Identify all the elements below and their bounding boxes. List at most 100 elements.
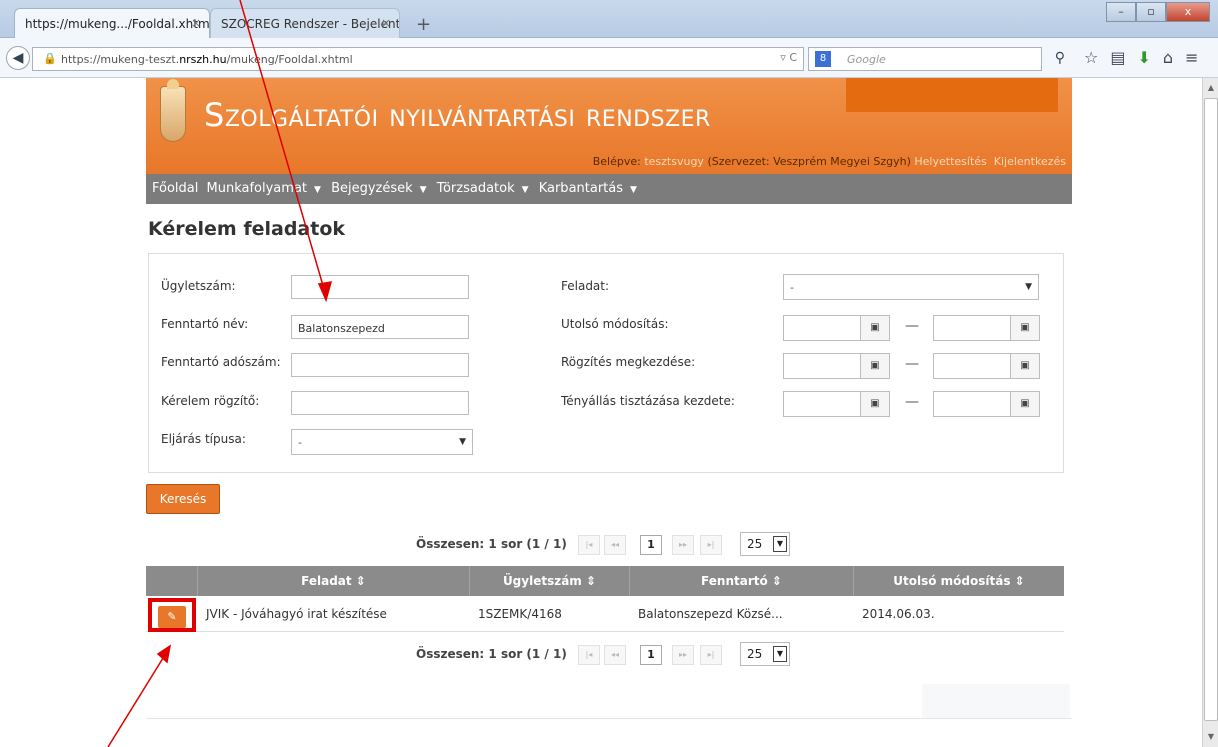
table-header: Feladat ⇕ Ügyletszám ⇕ Fenntartó ⇕ Utols… — [146, 566, 1064, 596]
scroll-down-icon[interactable]: ▼ — [1204, 730, 1218, 744]
rows-per-page-select[interactable]: 25 ▼ — [740, 642, 790, 666]
reading-list-icon[interactable]: ▤ — [1110, 48, 1125, 67]
url-prefix: https://mukeng-teszt. — [61, 53, 180, 66]
tab-title: SZOCREG Rendszer - Bejelentk... — [221, 17, 400, 31]
deputy-link[interactable]: Helyettesítés — [914, 155, 986, 168]
page-footer — [146, 718, 1072, 747]
chevron-down-icon: ▼ — [630, 185, 637, 195]
tab-close-icon[interactable]: × — [381, 16, 391, 30]
browser-search-input[interactable]: 8 Google ⚲ — [808, 47, 1065, 71]
maintainer-name-input[interactable]: Balatonszepezd — [291, 315, 469, 339]
column-header-case-number[interactable]: Ügyletszám ⇕ — [470, 566, 630, 596]
download-arrow-icon[interactable]: ⬇ — [1137, 48, 1150, 67]
back-arrow-icon[interactable]: ◀ — [6, 46, 30, 70]
organization: (Szervezet: Veszprém Megyei Szgyh) — [707, 155, 911, 168]
range-dash: — — [905, 318, 919, 334]
reload-icon[interactable]: ▿ C — [780, 51, 797, 64]
menu-item-maintenance[interactable]: Karbantartás — [539, 181, 623, 196]
tab-title: https://mukeng.../Fooldal.xhtml — [25, 17, 210, 31]
toolbar-icons: ☆ ▤ ⬇ ⌂ ≡ — [1084, 48, 1198, 67]
hamburger-menu-icon[interactable]: ≡ — [1185, 48, 1198, 67]
browser-tab-inactive[interactable]: SZOCREG Rendszer - Bejelentk... × — [210, 8, 400, 38]
browser-tab-bar: https://mukeng.../Fooldal.xhtml × SZOCRE… — [0, 0, 1218, 38]
last-page-button[interactable]: ▸| — [700, 645, 722, 665]
prev-page-button[interactable]: ◂◂ — [604, 535, 626, 555]
column-header-actions — [146, 566, 198, 596]
chevron-down-icon: ▼ — [521, 185, 529, 195]
chevron-down-icon: ▼ — [773, 536, 787, 552]
edit-pencil-icon[interactable]: ✎ — [158, 606, 186, 628]
procedure-type-select[interactable]: - ▼ — [291, 429, 473, 455]
procedure-type-value: - — [298, 436, 302, 449]
cell-last-modified: 2014.06.03. — [862, 607, 935, 621]
rows-per-page-select[interactable]: 25 ▼ — [740, 532, 790, 556]
calendar-icon[interactable]: ▣ — [1010, 353, 1040, 379]
pager-summary: Összesen: 1 sor (1 / 1) — [416, 537, 567, 551]
next-page-button[interactable]: ▸▸ — [672, 535, 694, 555]
magnifier-icon[interactable]: ⚲ — [1055, 50, 1065, 66]
first-page-button[interactable]: |◂ — [578, 645, 600, 665]
close-window-button[interactable]: x — [1166, 2, 1210, 22]
maximize-button[interactable]: ▫ — [1136, 2, 1166, 22]
table-row: ✎ JVIK - Jóváhagyó irat készítése 1SZEMK… — [146, 596, 1064, 632]
last-page-button[interactable]: ▸| — [700, 535, 722, 555]
first-page-button[interactable]: |◂ — [578, 535, 600, 555]
column-header-last-modified[interactable]: Utolsó módosítás ⇕ — [854, 566, 1064, 596]
scroll-up-icon[interactable]: ▲ — [1204, 81, 1218, 95]
maintainer-tax-input[interactable] — [291, 353, 469, 377]
minimize-button[interactable]: – — [1106, 2, 1136, 22]
cell-case-number: 1SZEMK/4168 — [478, 607, 562, 621]
calendar-icon[interactable]: ▣ — [1010, 391, 1040, 417]
fact-clarification-to-input[interactable] — [933, 391, 1011, 417]
search-button[interactable]: Keresés — [146, 484, 220, 514]
address-bar[interactable]: 🔒 https://mukeng-teszt.nrszh.hu/mukeng/F… — [32, 47, 804, 71]
bookmark-star-icon[interactable]: ☆ — [1084, 48, 1098, 67]
highlight-frame: ✎ — [148, 598, 196, 632]
header-accent-block — [846, 78, 1058, 112]
menu-item-workflow[interactable]: Munkafolyamat — [207, 181, 308, 196]
range-dash: — — [905, 394, 919, 410]
pager-bottom: Összesen: 1 sor (1 / 1) |◂ ◂◂ 1 ▸▸ ▸| 25… — [146, 640, 1072, 668]
request-recorder-input[interactable] — [291, 391, 469, 415]
calendar-icon[interactable]: ▣ — [860, 391, 890, 417]
page-1-button[interactable]: 1 — [640, 535, 662, 555]
search-engine-icon[interactable]: 8 — [815, 51, 831, 67]
chevron-down-icon: ▼ — [459, 437, 466, 447]
calendar-icon[interactable]: ▣ — [860, 315, 890, 341]
rows-per-page-value: 25 — [747, 537, 763, 551]
browser-tab-active[interactable]: https://mukeng.../Fooldal.xhtml × — [14, 8, 210, 38]
column-header-maintainer[interactable]: Fenntartó ⇕ — [630, 566, 854, 596]
logged-in-label: Belépve: — [592, 155, 641, 168]
fact-clarification-from-input[interactable] — [783, 391, 861, 417]
pager-top: Összesen: 1 sor (1 / 1) |◂ ◂◂ 1 ▸▸ ▸| 25… — [146, 530, 1072, 558]
home-icon[interactable]: ⌂ — [1163, 48, 1173, 67]
prev-page-button[interactable]: ◂◂ — [604, 645, 626, 665]
scroll-thumb[interactable] — [1204, 98, 1218, 721]
column-header-task[interactable]: Feladat ⇕ — [198, 566, 470, 596]
app-header: Szolgáltatói nyilvántartási rendszer Bel… — [146, 78, 1072, 174]
recording-start-label: Rögzítés megkezdése: — [561, 355, 696, 369]
logout-link[interactable]: Kijelentkezés — [994, 155, 1066, 168]
page-scrollbar[interactable]: ▲ ▼ — [1202, 78, 1218, 747]
task-select[interactable]: - ▼ — [783, 274, 1039, 300]
menu-item-master-data[interactable]: Törzsadatok — [437, 181, 515, 196]
calendar-icon[interactable]: ▣ — [1010, 315, 1040, 341]
case-number-input[interactable] — [291, 275, 469, 299]
calendar-icon[interactable]: ▣ — [860, 353, 890, 379]
last-modified-label: Utolsó módosítás: — [561, 317, 669, 331]
chevron-down-icon: ▼ — [314, 185, 321, 195]
page-title: Kérelem feladatok — [148, 218, 346, 240]
last-modified-from-input[interactable] — [783, 315, 861, 341]
page-1-button[interactable]: 1 — [640, 645, 662, 665]
procedure-type-label: Eljárás típusa: — [161, 432, 246, 446]
tab-close-icon[interactable]: × — [191, 16, 201, 30]
recording-start-to-input[interactable] — [933, 353, 1011, 379]
recording-start-from-input[interactable] — [783, 353, 861, 379]
menu-item-home[interactable]: Főoldal — [152, 181, 198, 196]
app-title: Szolgáltatói nyilvántartási rendszer — [204, 96, 711, 134]
coat-of-arms-icon — [160, 79, 186, 142]
last-modified-to-input[interactable] — [933, 315, 1011, 341]
new-tab-button[interactable]: + — [416, 14, 431, 35]
next-page-button[interactable]: ▸▸ — [672, 645, 694, 665]
menu-item-entries[interactable]: Bejegyzések — [331, 181, 413, 196]
